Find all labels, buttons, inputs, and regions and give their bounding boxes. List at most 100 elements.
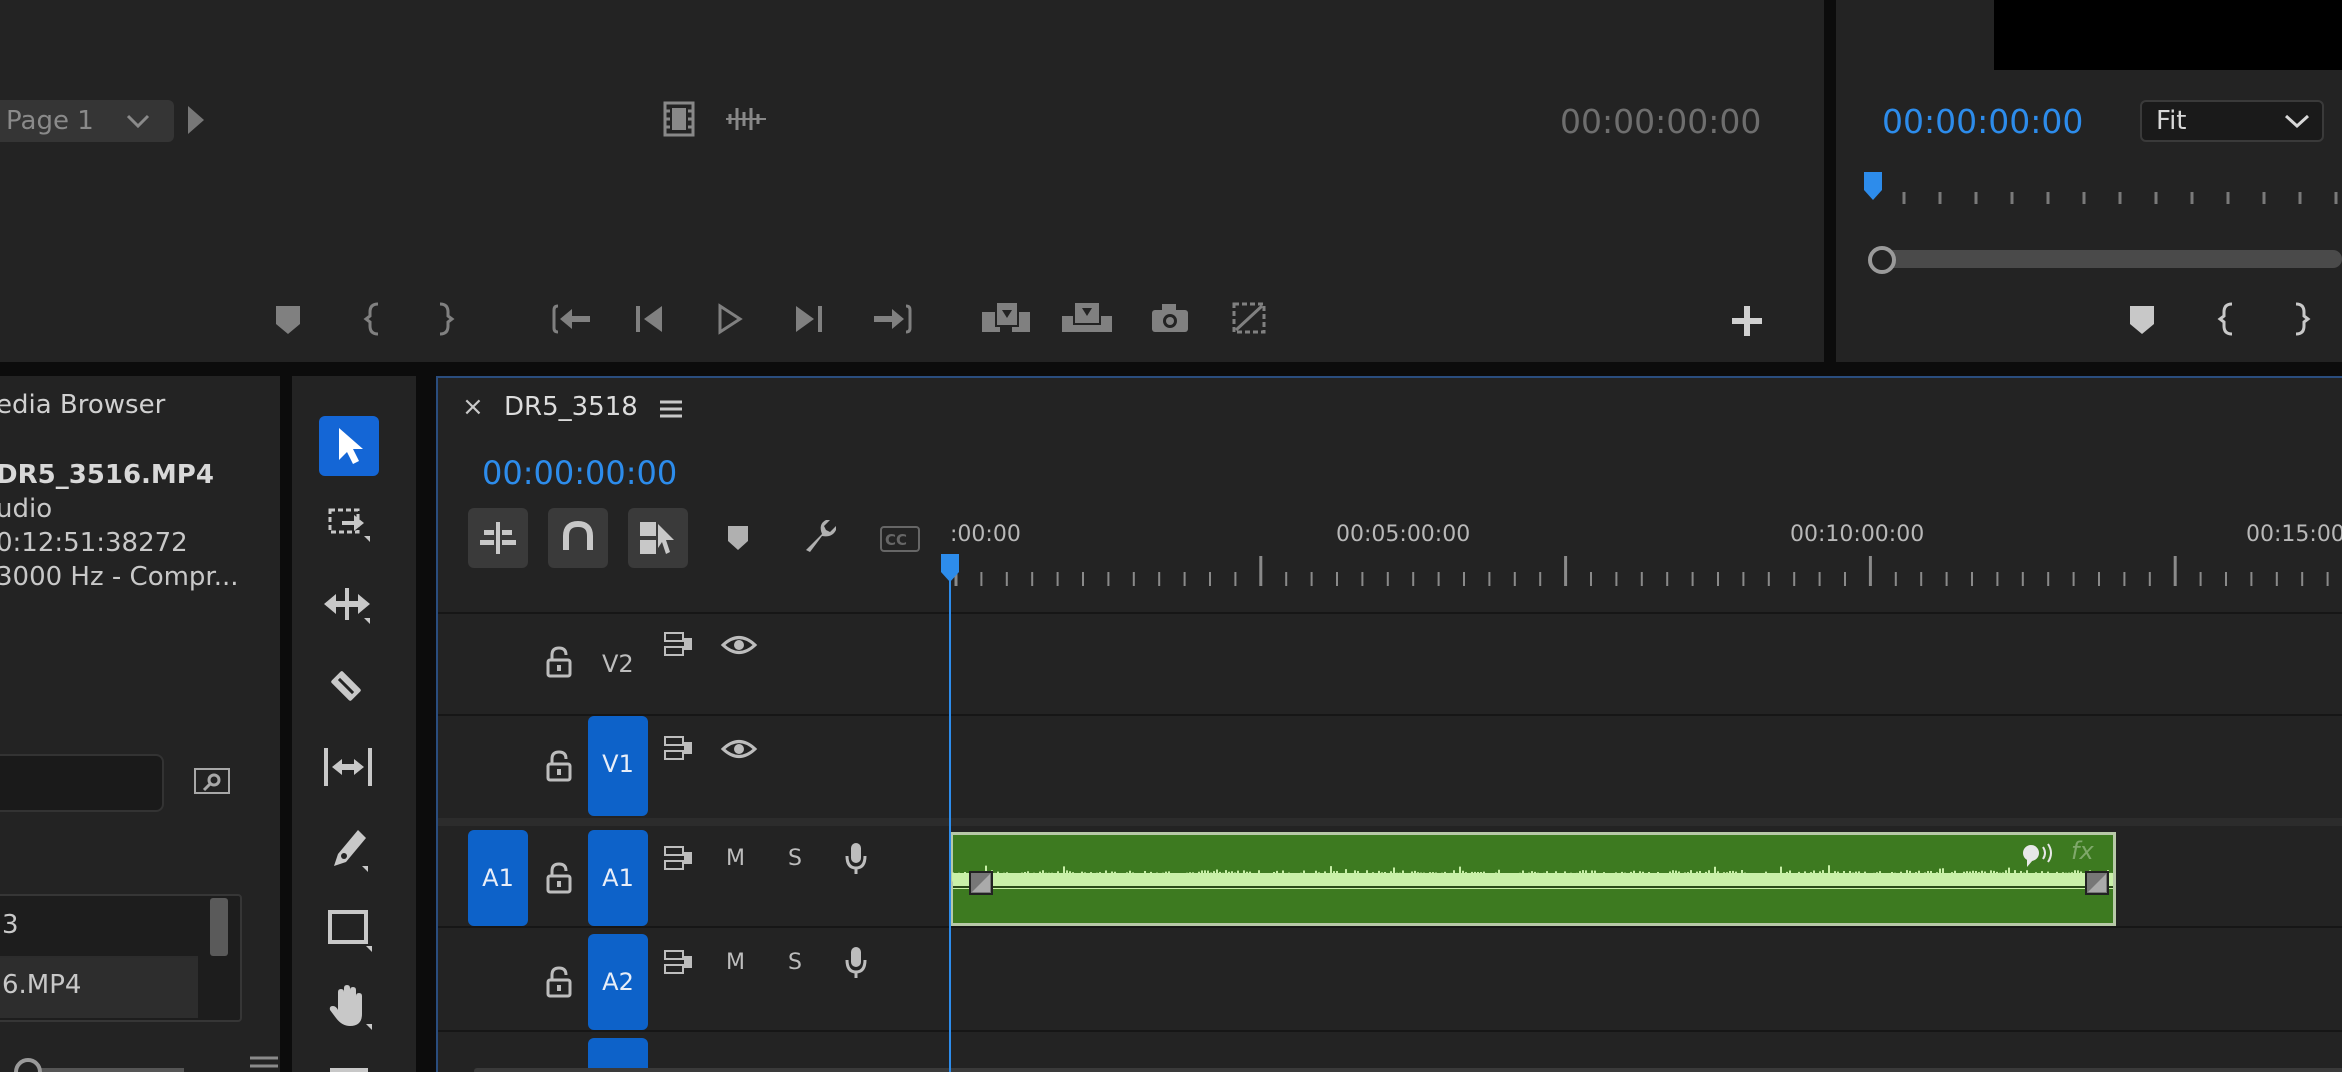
linked-selection-button[interactable] [628, 508, 688, 568]
timeline-scrollbar[interactable] [474, 1068, 2342, 1072]
file-duration: 0:12:51:38272 [0, 528, 188, 558]
panel-menu-icon[interactable] [660, 400, 682, 418]
audio-clip[interactable]: fx [950, 832, 2116, 926]
audio-info: 3000 Hz - Compr... [0, 562, 239, 592]
lock-icon[interactable] [546, 750, 572, 782]
timeline-timecode[interactable]: 00:00:00:00 [482, 454, 677, 492]
razor-icon[interactable] [326, 666, 366, 706]
ruler-label: 00:15:00 [2246, 522, 2342, 547]
track-select-icon[interactable] [328, 508, 372, 542]
type-tool-partial[interactable] [330, 1068, 368, 1072]
slip-icon[interactable] [322, 746, 374, 788]
sync-lock-icon[interactable] [664, 736, 694, 762]
find-icon[interactable] [194, 768, 230, 794]
list-scrollbar[interactable] [210, 898, 228, 956]
add-marker-icon[interactable] [276, 306, 300, 334]
playhead-icon[interactable] [1864, 172, 1882, 204]
keyframe-in-icon[interactable] [969, 871, 993, 895]
page-dropdown-label: Page 1 [6, 106, 94, 136]
play-button-icon[interactable] [718, 303, 743, 335]
magnet-icon [563, 520, 593, 550]
list-view-icon[interactable] [250, 1056, 278, 1070]
timeline-ruler[interactable] [952, 556, 2342, 590]
ripple-edit-icon[interactable] [322, 586, 372, 626]
tools-panel [292, 376, 416, 1072]
pen-icon[interactable] [328, 828, 368, 872]
sync-lock-icon[interactable] [664, 632, 694, 658]
add-marker-icon[interactable] [728, 526, 748, 550]
hand-icon[interactable] [328, 984, 372, 1030]
button-editor-icon[interactable] [1232, 302, 1266, 334]
ruler-label: 00:05:00:00 [1336, 522, 1471, 547]
go-to-out-icon[interactable] [872, 304, 912, 334]
mark-out-icon[interactable] [2294, 302, 2311, 336]
sync-lock-icon[interactable] [664, 846, 694, 872]
track-target-a1[interactable]: A1 [588, 830, 648, 926]
go-to-in-icon[interactable] [552, 304, 592, 334]
speech-icon[interactable] [2021, 843, 2055, 869]
list-item-label: 3 [2, 910, 19, 940]
keyframe-out-icon[interactable] [2085, 871, 2109, 895]
overwrite-icon[interactable] [1062, 301, 1112, 334]
fx-badge[interactable]: fx [2071, 837, 2094, 865]
playhead-icon[interactable] [940, 554, 960, 586]
sync-lock-icon[interactable] [664, 950, 694, 976]
microphone-icon[interactable] [844, 946, 868, 980]
track-label-v2[interactable]: V2 [602, 650, 634, 678]
nest-sequence-button[interactable] [468, 508, 528, 568]
track-target-v1[interactable]: V1 [588, 716, 648, 816]
zoom-dropdown[interactable]: Fit [2140, 100, 2324, 142]
arrow-pointer-icon [339, 428, 363, 464]
lock-icon[interactable] [546, 966, 572, 998]
lock-icon[interactable] [546, 646, 572, 678]
list-item[interactable]: 3 [0, 896, 198, 958]
list-item-selected[interactable]: 6.MP4 [0, 958, 198, 1018]
step-forward-icon[interactable] [794, 306, 822, 332]
mute-button[interactable]: M [726, 950, 745, 975]
size-slider[interactable] [40, 1068, 184, 1072]
selection-tool-button[interactable] [319, 416, 379, 476]
mark-in-icon[interactable] [363, 302, 380, 336]
track-label-a2: A2 [602, 968, 634, 996]
film-strip-icon[interactable] [663, 101, 695, 137]
track-divider [438, 714, 2342, 716]
media-browser-title[interactable]: edia Browser [0, 390, 165, 420]
search-input[interactable] [0, 754, 164, 812]
mark-in-icon[interactable] [2217, 302, 2234, 336]
add-button-icon[interactable] [1732, 306, 1762, 336]
program-time-ruler[interactable] [1866, 170, 2342, 210]
zoom-dropdown-label: Fit [2156, 106, 2187, 136]
track-target-a3[interactable] [588, 1038, 648, 1072]
solo-button[interactable]: S [788, 846, 802, 871]
page-dropdown[interactable]: Page 1 [0, 100, 174, 142]
captions-icon[interactable]: CC [880, 526, 920, 552]
source-patch-a1[interactable]: A1 [468, 830, 528, 926]
microphone-icon[interactable] [844, 842, 868, 876]
eye-icon[interactable] [720, 738, 758, 760]
source-timecode[interactable]: 00:00:00:00 [1560, 102, 1761, 141]
track-target-a2[interactable]: A2 [588, 934, 648, 1030]
close-tab-icon[interactable]: × [462, 392, 484, 422]
insert-icon[interactable] [982, 301, 1032, 334]
rectangle-icon[interactable] [328, 910, 372, 952]
add-marker-icon[interactable] [2130, 306, 2154, 334]
snap-button[interactable] [548, 508, 608, 568]
zoom-scrollbar[interactable] [1882, 250, 2342, 268]
chevron-down-icon [126, 114, 150, 129]
size-slider-handle[interactable] [14, 1058, 42, 1072]
wrench-icon[interactable] [802, 518, 838, 554]
scrollbar-handle[interactable] [1868, 246, 1896, 274]
step-back-icon[interactable] [636, 306, 664, 332]
solo-button[interactable]: S [788, 950, 802, 975]
play-arrow-icon[interactable] [188, 106, 204, 134]
mute-button[interactable]: M [726, 846, 745, 871]
timeline-panel: × DR5_3518 00:00:00:00 CC :00:00 00:05:0… [436, 376, 2342, 1072]
sequence-tab[interactable]: DR5_3518 [504, 392, 638, 422]
playhead-line[interactable] [949, 564, 951, 1072]
camera-icon[interactable] [1152, 304, 1188, 332]
eye-icon[interactable] [720, 634, 758, 656]
audio-waveform-icon[interactable] [726, 106, 766, 132]
mark-out-icon[interactable] [438, 302, 455, 336]
program-timecode[interactable]: 00:00:00:00 [1882, 102, 2083, 141]
lock-icon[interactable] [546, 862, 572, 894]
